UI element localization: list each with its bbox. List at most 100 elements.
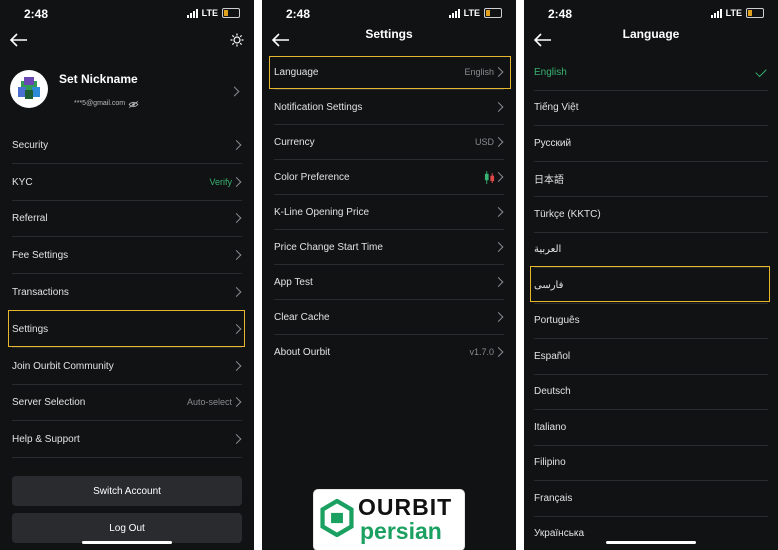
- menu-item-label: Security: [12, 139, 49, 151]
- menu-item-label: Transactions: [12, 286, 69, 298]
- logo-text-top: OURBIT: [358, 494, 453, 520]
- profile-header[interactable]: Set Nickname ***5@gmail.com: [10, 70, 242, 112]
- menu-item-security[interactable]: Security: [12, 127, 242, 164]
- signal-icon: [710, 8, 722, 18]
- language-screen: 2:48 LTE Language English Tiếng Việt Рус…: [524, 0, 778, 550]
- chevron-right-icon: [493, 312, 504, 322]
- kyc-verify-status: Verify: [209, 177, 232, 187]
- settings-item-kline-opening-price[interactable]: K-Line Opening Price: [274, 195, 504, 230]
- language-option[interactable]: Türkçe (KKTC): [534, 197, 768, 233]
- chevron-right-icon: [231, 434, 242, 444]
- language-label: Português: [534, 315, 580, 326]
- language-option[interactable]: Deutsch: [534, 374, 768, 410]
- language-option[interactable]: Русский: [534, 126, 768, 162]
- status-time: 2:48: [548, 7, 573, 21]
- settings-item-currency[interactable]: Currency USD: [274, 125, 504, 160]
- language-label: Русский: [534, 138, 572, 149]
- settings-item-label: K-Line Opening Price: [274, 206, 370, 218]
- language-option[interactable]: Italiano: [534, 410, 768, 446]
- checkmark-icon: [755, 65, 767, 77]
- status-bar: 2:48 LTE: [262, 0, 516, 28]
- settings-item-about[interactable]: About Ourbit v1.7.0: [274, 335, 504, 369]
- signal-icon: [186, 8, 198, 18]
- menu-item-label: Referral: [12, 212, 48, 224]
- battery-icon: [222, 8, 240, 18]
- settings-screen: 2:48 LTE Settings Language English Notif…: [262, 0, 516, 550]
- settings-item-app-test[interactable]: App Test: [274, 265, 504, 300]
- ourbit-logo-mark-icon: [320, 499, 354, 537]
- language-option[interactable]: Português: [534, 303, 768, 339]
- language-option[interactable]: العربية: [534, 232, 768, 268]
- settings-item-label: Color Preference: [274, 171, 350, 183]
- menu-item-label: KYC: [12, 176, 33, 188]
- language-option[interactable]: Français: [534, 481, 768, 517]
- settings-item-clear-cache[interactable]: Clear Cache: [274, 300, 504, 335]
- profile-screen: 2:48 LTE Set Nickname ***5@gmail.com Sec…: [0, 0, 254, 550]
- ourbit-persian-logo: OURBIT persian: [314, 490, 464, 550]
- language-label: Filipino: [534, 457, 566, 468]
- email: ***5@gmail.com: [74, 100, 126, 107]
- network-label: LTE: [725, 8, 742, 18]
- chevron-right-icon: [231, 177, 242, 187]
- language-option[interactable]: 日本語: [534, 161, 768, 197]
- chevron-right-icon: [493, 172, 504, 182]
- theme-sun-icon[interactable]: [230, 33, 244, 47]
- language-option-english[interactable]: English: [534, 55, 768, 91]
- avatar: [10, 70, 48, 108]
- chevron-right-icon: [231, 287, 242, 297]
- language-label: Français: [534, 493, 573, 504]
- chevron-right-icon: [231, 250, 242, 260]
- chevron-right-icon: [493, 347, 504, 357]
- language-option[interactable]: Filipino: [534, 445, 768, 481]
- menu-item-kyc[interactable]: KYC Verify: [12, 164, 242, 201]
- chevron-right-icon: [229, 86, 240, 97]
- nickname[interactable]: Set Nickname: [59, 72, 138, 86]
- settings-item-label: App Test: [274, 276, 313, 288]
- settings-item-notifications[interactable]: Notification Settings: [274, 90, 504, 125]
- language-option[interactable]: Español: [534, 339, 768, 375]
- chevron-right-icon: [231, 397, 242, 407]
- language-option[interactable]: Tiếng Việt: [534, 90, 768, 126]
- language-option[interactable]: Українська: [534, 516, 768, 550]
- home-indicator: [606, 541, 696, 544]
- settings-item-label: Price Change Start Time: [274, 241, 383, 253]
- language-label: Українська: [534, 528, 585, 539]
- logo-text-bottom: persian: [360, 518, 442, 544]
- settings-item-label: Clear Cache: [274, 311, 330, 323]
- signal-icon: [448, 8, 460, 18]
- menu-item-transactions[interactable]: Transactions: [12, 274, 242, 311]
- language-highlight-box: [269, 56, 511, 89]
- battery-icon: [746, 8, 764, 18]
- settings-item-label: Notification Settings: [274, 101, 363, 113]
- menu-item-join-community[interactable]: Join Ourbit Community: [12, 348, 242, 385]
- status-bar: 2:48 LTE: [0, 0, 254, 28]
- back-arrow-icon[interactable]: [10, 33, 28, 47]
- settings-item-label: About Ourbit: [274, 346, 331, 358]
- log-out-button[interactable]: Log Out: [12, 513, 242, 543]
- settings-highlight-box: [8, 310, 245, 347]
- language-label: Türkçe (KKTC): [534, 209, 601, 220]
- settings-item-price-change-start[interactable]: Price Change Start Time: [274, 230, 504, 265]
- menu-item-fee-settings[interactable]: Fee Settings: [12, 237, 242, 274]
- hide-email-eye-icon[interactable]: [128, 101, 139, 108]
- persian-highlight-box: [530, 266, 770, 302]
- language-label: 日本語: [534, 175, 564, 186]
- chevron-right-icon: [493, 102, 504, 112]
- version-value: v1.7.0: [469, 347, 494, 357]
- status-time: 2:48: [24, 7, 49, 21]
- currency-value: USD: [474, 137, 494, 147]
- chevron-right-icon: [231, 140, 242, 150]
- switch-account-button[interactable]: Switch Account: [12, 476, 242, 506]
- menu-item-label: Server Selection: [12, 396, 86, 408]
- chevron-right-icon: [493, 242, 504, 252]
- language-label: Deutsch: [534, 386, 571, 397]
- menu-item-help-support[interactable]: Help & Support: [12, 421, 242, 458]
- menu-item-label: Fee Settings: [12, 249, 69, 261]
- chevron-right-icon: [493, 277, 504, 287]
- settings-item-color-preference[interactable]: Color Preference: [274, 160, 504, 195]
- status-time: 2:48: [286, 7, 311, 21]
- menu-item-referral[interactable]: Referral: [12, 200, 242, 237]
- chevron-right-icon: [493, 207, 504, 217]
- network-label: LTE: [463, 8, 480, 18]
- menu-item-server-selection[interactable]: Server Selection Auto-select: [12, 384, 242, 421]
